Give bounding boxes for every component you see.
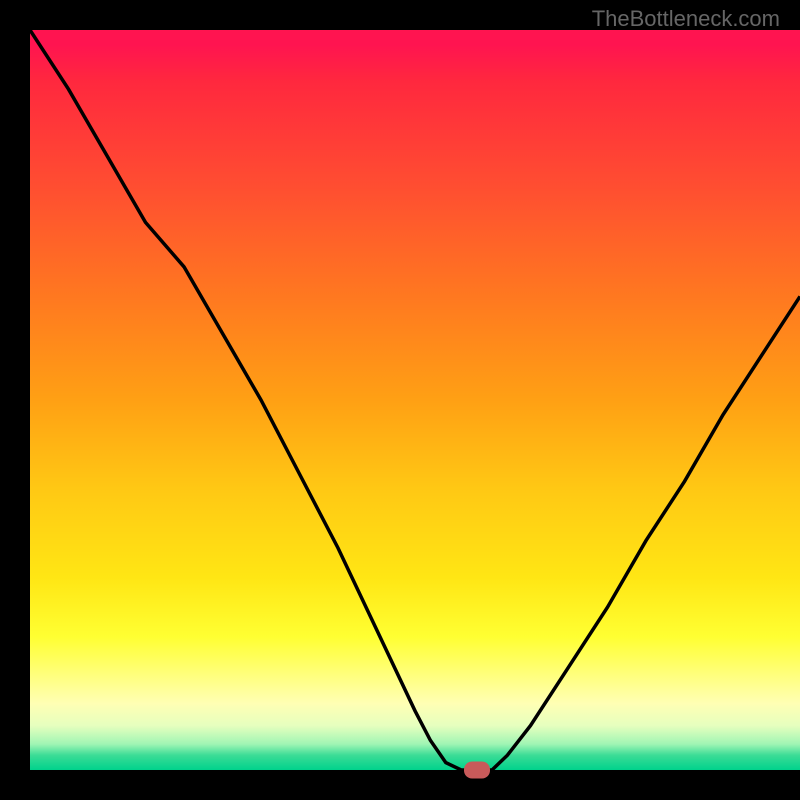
curve-plot [30, 30, 800, 770]
chart-container [30, 30, 800, 770]
bottleneck-line [30, 30, 800, 770]
watermark-text: TheBottleneck.com [592, 6, 780, 32]
minimum-marker [464, 762, 490, 779]
